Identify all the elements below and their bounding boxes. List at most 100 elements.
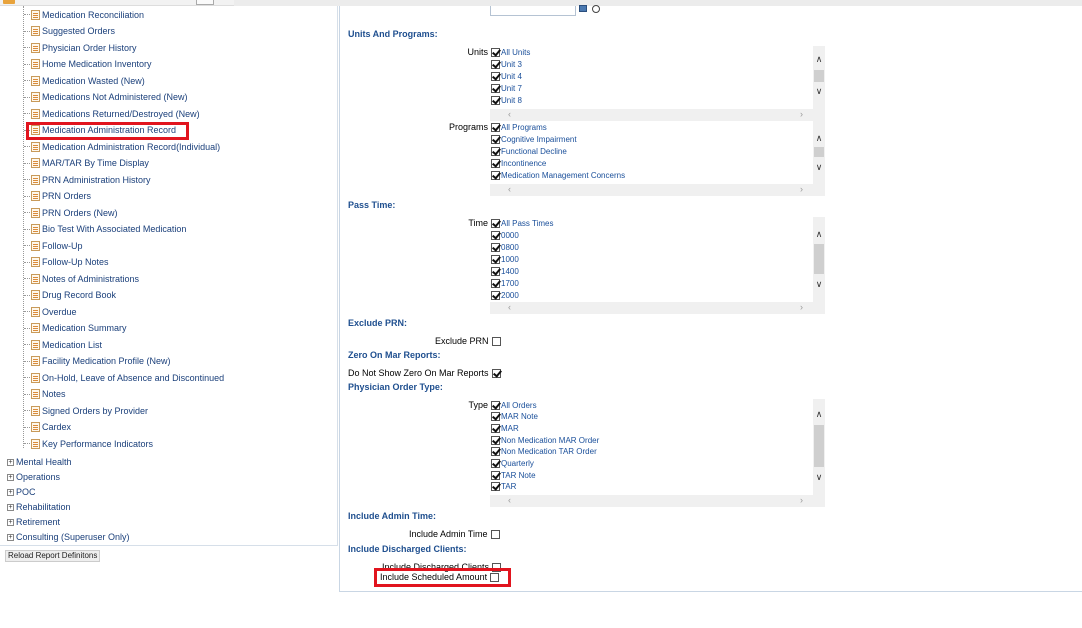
admin-time-option[interactable]: Include Admin Time [409,529,501,539]
tree-group[interactable]: + POC [7,485,36,499]
option-checkbox[interactable] [491,435,500,445]
calendar-icon[interactable] [579,5,587,12]
option-checkbox[interactable] [491,400,500,410]
pass-time-vscroll[interactable]: ∧ ∨ [813,217,825,302]
option-checkbox[interactable] [491,83,500,93]
option-checkbox[interactable] [491,266,500,276]
scroll-down-icon[interactable]: ∨ [813,86,825,96]
report-item[interactable]: PRN Orders (New) [24,205,118,220]
pass-time-hscroll[interactable]: ‹ › [490,302,825,314]
list-option[interactable]: Unit 7 [491,82,522,94]
report-item[interactable]: Medication Reconciliation [24,7,144,22]
tree-group[interactable]: + Retirement [7,515,60,529]
list-option[interactable]: 0800 [491,241,519,253]
list-option[interactable]: Functional Decline [491,145,567,157]
scroll-thumb[interactable] [814,244,824,274]
collapse-button[interactable] [196,0,214,5]
programs-vscroll[interactable]: ∧ ∨ [813,121,825,184]
report-item[interactable]: Physician Order History [24,40,137,55]
expand-icon[interactable]: + [7,533,14,541]
option-checkbox[interactable] [491,158,500,168]
report-item[interactable]: Drug Record Book [24,288,116,303]
tree-group[interactable]: + Consulting (Superuser Only) [7,530,130,544]
scroll-up-icon[interactable]: ∧ [813,409,825,419]
expand-icon[interactable]: + [7,458,14,466]
option-checkbox[interactable] [491,447,500,457]
list-option[interactable]: MAR Note [491,411,538,423]
option-checkbox[interactable] [491,470,500,480]
list-option[interactable]: Unit 3 [491,58,522,70]
report-item[interactable]: Medication Administration Record(Individ… [24,139,220,154]
list-option[interactable]: Medication Management Concerns [491,169,625,181]
list-option[interactable]: 1400 [491,265,519,277]
option-checkbox[interactable] [491,242,500,252]
scroll-thumb[interactable] [814,425,824,467]
report-item[interactable]: Signed Orders by Provider [24,403,148,418]
report-item[interactable]: On-Hold, Leave of Absence and Discontinu… [24,370,224,385]
report-item[interactable]: Medications Not Administered (New) [24,90,188,105]
expand-icon[interactable]: + [7,503,14,511]
option-checkbox[interactable] [491,59,500,69]
report-item[interactable]: Notes of Administrations [24,271,139,286]
option-checkbox[interactable] [491,254,500,264]
option-checkbox[interactable] [491,218,500,228]
list-option[interactable]: 0000 [491,229,519,241]
zero-on-mar-checkbox[interactable] [491,368,501,378]
units-hscroll[interactable]: ‹ › [490,109,825,121]
scroll-up-icon[interactable]: ∧ [813,229,825,239]
scroll-thumb[interactable] [814,70,824,82]
list-option[interactable]: Incontinence [491,157,546,169]
programs-listbox[interactable]: All Programs Cognitive Impairment Function… [490,121,825,196]
report-item[interactable]: Medications Returned/Destroyed (New) [24,106,200,121]
tree-group[interactable]: + Mental Health [7,455,72,469]
option-checkbox[interactable] [491,290,500,300]
exclude-prn-option[interactable]: Exclude PRN [435,336,502,346]
option-checkbox[interactable] [491,134,500,144]
admin-time-checkbox[interactable] [490,529,500,539]
scroll-thumb[interactable] [814,147,824,157]
units-listbox[interactable]: All Units Unit 3 Unit 4 Unit 7 Unit 8 ∧ ∨ ‹ › [490,46,825,121]
date-input[interactable] [490,6,576,16]
scroll-down-icon[interactable]: ∨ [813,472,825,482]
option-checkbox[interactable] [491,230,500,240]
option-checkbox[interactable] [491,122,500,132]
order-type-listbox[interactable]: All Orders MAR Note MAR Non Medication MAR … [490,399,825,513]
report-item[interactable]: Overdue [24,304,77,319]
order-type-hscroll[interactable]: ‹ › [490,495,825,507]
list-option[interactable]: Non Medication MAR Order [491,434,599,446]
list-option[interactable]: All Units [491,46,530,58]
option-checkbox[interactable] [491,423,500,433]
report-item[interactable]: Follow-Up Notes [24,255,109,270]
scroll-down-icon[interactable]: ∨ [813,162,825,172]
expand-icon[interactable]: + [7,518,14,526]
report-item[interactable]: PRN Orders [24,189,91,204]
units-vscroll[interactable]: ∧ ∨ [813,46,825,109]
option-checkbox[interactable] [491,459,500,468]
tree-group[interactable]: + Rehabilitation [7,500,71,514]
option-checkbox[interactable] [491,95,500,105]
option-checkbox[interactable] [491,47,500,57]
list-option[interactable]: Unit 4 [491,70,522,82]
report-item[interactable]: Medication List [24,337,102,352]
list-option[interactable]: All Pass Times [491,217,553,229]
report-item[interactable]: Facility Medication Profile (New) [24,354,171,369]
list-option[interactable]: TAR Note [491,469,536,481]
report-item[interactable]: Bio Test With Associated Medication [24,222,186,237]
list-option[interactable]: MAR [491,422,519,434]
scroll-up-icon[interactable]: ∧ [813,133,825,143]
expand-icon[interactable]: + [7,488,14,496]
report-item[interactable]: Notes [24,387,66,402]
zero-on-mar-option[interactable]: Do Not Show Zero On Mar Reports [348,368,502,378]
report-item[interactable]: Medication Wasted (New) [24,73,145,88]
report-item[interactable]: Follow-Up [24,238,83,253]
option-checkbox[interactable] [491,412,500,422]
list-option[interactable]: Cognitive Impairment [491,133,577,145]
list-option[interactable]: Non Medication TAR Order [491,446,597,458]
report-item[interactable]: Key Performance Indicators [24,436,153,451]
order-type-vscroll[interactable]: ∧ ∨ [813,399,825,495]
pass-time-listbox[interactable]: All Pass Times 0000 0800 1000 1400 1700 2000 ∧… [490,217,825,314]
report-item[interactable]: Medication Summary [24,321,127,336]
programs-hscroll[interactable]: ‹ › [490,184,825,196]
list-option[interactable]: 2000 [491,289,519,301]
option-checkbox[interactable] [491,482,500,492]
